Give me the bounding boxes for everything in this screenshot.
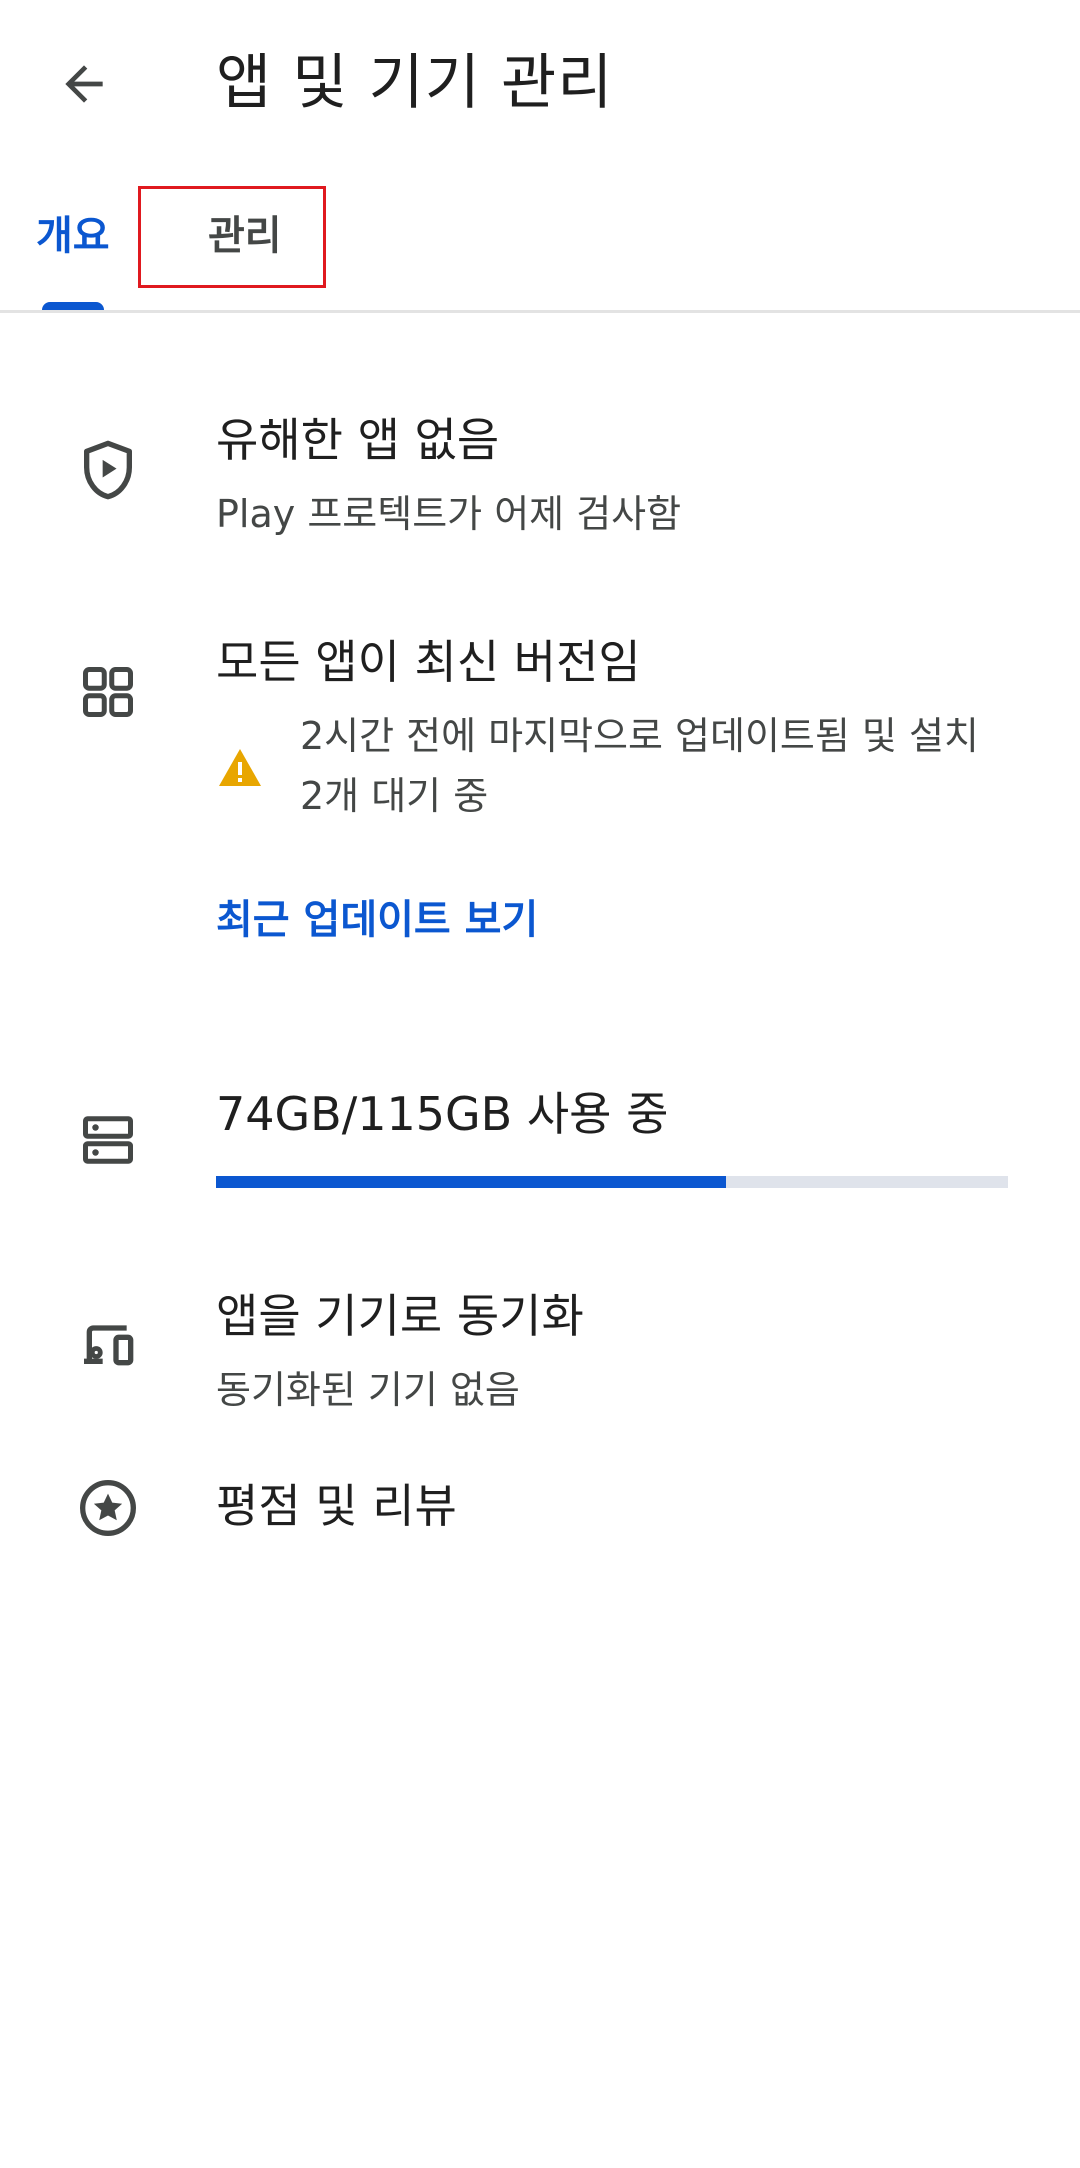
tab-divider (0, 310, 1080, 313)
update-status-line-2: 2개 대기 중 (300, 774, 489, 818)
page-title: 앱 및 기기 관리 (216, 48, 614, 118)
sync-title[interactable]: 앱을 기기로 동기화 (216, 1286, 584, 1346)
storage-label[interactable]: 74GB/115GB 사용 중 (216, 1084, 668, 1144)
update-status-text: 2시간 전에 마지막으로 업데이트됨 및 설치 2개 대기 중 (300, 706, 1020, 826)
warning-icon (216, 744, 264, 792)
update-status-line-1: 2시간 전에 마지막으로 업데이트됨 및 설치 (300, 714, 979, 758)
apps-grid-icon (72, 656, 144, 728)
ratings-title[interactable]: 평점 및 리뷰 (216, 1476, 457, 1536)
storage-progress-fill (216, 1176, 726, 1188)
protect-subtitle: Play 프로텍트가 어제 검사함 (216, 492, 682, 536)
tab-overview[interactable]: 개요 (36, 196, 110, 276)
updates-title[interactable]: 모든 앱이 최신 버전임 (216, 632, 641, 692)
storage-progress-bar (216, 1176, 1008, 1188)
view-recent-updates-link[interactable]: 최근 업데이트 보기 (216, 892, 538, 948)
devices-icon (72, 1308, 144, 1380)
arrow-back-icon (65, 65, 103, 103)
tab-manage-highlight-box (138, 186, 326, 288)
storage-icon (72, 1104, 144, 1176)
protect-title[interactable]: 유해한 앱 없음 (216, 410, 499, 470)
shield-play-icon (72, 434, 144, 506)
star-circle-icon (72, 1472, 144, 1544)
back-button[interactable] (40, 40, 128, 128)
sync-subtitle: 동기화된 기기 없음 (216, 1368, 520, 1412)
